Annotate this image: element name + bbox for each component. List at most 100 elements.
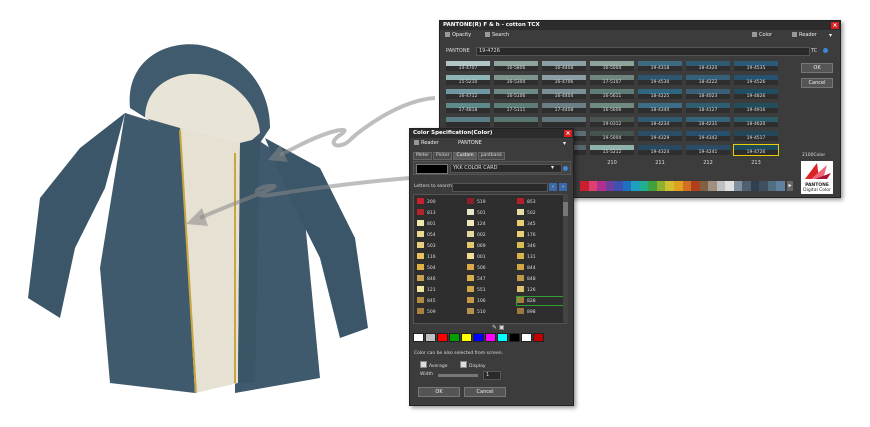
swatch-cell[interactable]: 18-4231 (686, 117, 730, 127)
width-slider[interactable] (438, 374, 478, 377)
spec-reader-button[interactable]: Reader (414, 138, 439, 149)
swatch-cell[interactable]: 18-4320 (686, 61, 730, 71)
list-item[interactable]: 502 (517, 209, 536, 217)
swatch-cell[interactable]: 18-4023 (686, 89, 730, 99)
dropdown-arrow-icon[interactable]: ▾ (829, 30, 832, 41)
pantone-code-input[interactable]: 19-4726 (476, 47, 810, 56)
swatch-cell[interactable]: 14-4707 (446, 61, 490, 71)
swatch-cell[interactable] (494, 117, 538, 127)
swatch-cell[interactable]: 19-4530 (638, 75, 682, 85)
palette-swatch[interactable] (425, 333, 436, 342)
card-select[interactable]: YKK COLOR CARD (450, 164, 562, 173)
swatch-cell[interactable]: 19-4241 (686, 145, 730, 155)
list-item[interactable]: 828 (516, 296, 564, 306)
list-item[interactable]: 844 (517, 264, 536, 272)
prev-icon[interactable]: ‹ (549, 183, 557, 191)
swatch-cell[interactable]: 15-5212 (590, 145, 634, 155)
swatch-cell[interactable]: 16-5304 (494, 75, 538, 85)
card-toggle-icon[interactable] (563, 166, 568, 171)
list-item[interactable]: 510 (467, 308, 486, 316)
swatch-cell[interactable]: 18-4234 (638, 117, 682, 127)
spec-cancel-button[interactable]: Cancel (464, 387, 506, 397)
swatch-cell[interactable]: 16-4404 (542, 89, 586, 99)
tab-custom[interactable]: Custom (453, 152, 477, 160)
palette-swatch[interactable] (473, 333, 484, 342)
chevron-down-icon[interactable]: ▾ (551, 164, 554, 171)
palette-swatch[interactable] (413, 333, 424, 342)
swatch-cell[interactable]: 18-4127 (686, 103, 730, 113)
list-item[interactable]: 002 (467, 231, 486, 239)
scrollbar-thumb[interactable] (563, 202, 568, 216)
spec-pantone-button[interactable]: PANTONE (458, 138, 482, 149)
tab-meter[interactable]: Meter (413, 152, 433, 160)
swatch-cell[interactable]: 19-4324 (638, 145, 682, 155)
search-button[interactable]: Search (485, 30, 509, 41)
tab-picker[interactable]: Picker (433, 152, 453, 160)
average-checkbox[interactable]: Average (420, 361, 447, 369)
list-item[interactable]: 845 (417, 297, 436, 305)
list-item[interactable]: 069 (467, 242, 486, 250)
color-spectrum-bar[interactable] (580, 181, 786, 191)
spec-ok-button[interactable]: OK (418, 387, 460, 397)
list-item[interactable]: 106 (467, 297, 486, 305)
swatch-cell[interactable]: 16-4408 (542, 61, 586, 71)
swatch-cell[interactable]: 17-5107 (590, 75, 634, 85)
list-item[interactable]: 345 (517, 220, 536, 228)
list-item[interactable]: 131 (517, 253, 536, 261)
list-item[interactable]: 506 (467, 264, 486, 272)
swatch-cell[interactable]: 16-5806 (494, 61, 538, 71)
list-item[interactable]: 846 (417, 275, 436, 283)
list-item[interactable]: 116 (417, 253, 436, 261)
width-value[interactable]: 1 (483, 371, 501, 380)
swatch-cell[interactable]: 17-4818 (446, 103, 490, 113)
swatch-cell[interactable]: 19-4916 (734, 103, 778, 113)
cancel-button[interactable]: Cancel (801, 78, 833, 88)
dropdown-arrow-icon[interactable]: ▾ (563, 138, 566, 149)
list-item[interactable]: 054 (417, 231, 436, 239)
list-item[interactable]: 519 (467, 198, 486, 206)
reader-button[interactable]: Reader (792, 30, 817, 41)
swatch-cell[interactable]: 19-4826 (734, 89, 778, 99)
list-item[interactable]: 898 (517, 308, 536, 316)
list-item[interactable]: 509 (417, 308, 436, 316)
list-item[interactable]: 853 (517, 198, 536, 206)
list-item[interactable]: 503 (417, 242, 436, 250)
swatch-cell[interactable]: 15-5210 (446, 75, 490, 85)
swatch-cell[interactable]: 19-0312 (590, 117, 634, 127)
list-item[interactable]: 551 (467, 286, 486, 294)
swatch-cell[interactable]: 19-4535 (734, 61, 778, 71)
swatch-cell[interactable]: 19-4329 (638, 131, 682, 141)
tab-pantbank[interactable]: pantbank (477, 152, 506, 160)
palette-swatch[interactable] (461, 333, 472, 342)
palette-swatch[interactable] (521, 333, 532, 342)
spectrum-stripe[interactable] (776, 181, 786, 191)
opacity-button[interactable]: Opacity (445, 30, 471, 41)
list-item[interactable]: 547 (467, 275, 486, 283)
swatch-cell[interactable]: 16-4712 (446, 89, 490, 99)
palette-swatch[interactable] (485, 333, 496, 342)
swatch-cell[interactable]: 16-5611 (590, 89, 634, 99)
swatch-cell[interactable]: 19-4342 (686, 131, 730, 141)
list-item[interactable]: 801 (417, 220, 436, 228)
swatch-cell[interactable]: 19-4318 (638, 61, 682, 71)
swatch-cell[interactable] (542, 117, 586, 127)
next-icon[interactable]: › (559, 183, 567, 191)
close-button[interactable]: × (831, 22, 839, 29)
swatch-cell[interactable]: 19-4526 (734, 75, 778, 85)
list-item[interactable]: 126 (517, 286, 536, 294)
swatch-cell[interactable]: 18-4222 (686, 75, 730, 85)
color-button[interactable]: Color (752, 30, 772, 41)
swatch-cell[interactable]: 19-5004 (590, 131, 634, 141)
swatch-cell[interactable]: 16-5106 (494, 89, 538, 99)
tc-toggle-icon[interactable] (823, 48, 828, 53)
swatch-cell[interactable]: 16-5004 (590, 61, 634, 71)
palette-swatch[interactable] (509, 333, 520, 342)
list-item[interactable]: 121 (417, 286, 436, 294)
edit-icons[interactable]: ✎ ▣ (492, 324, 505, 331)
swatch-cell[interactable]: 17-5111 (494, 103, 538, 113)
swatch-cell[interactable]: 16-4706 (542, 75, 586, 85)
list-item[interactable]: 176 (517, 231, 536, 239)
palette-swatch[interactable] (449, 333, 460, 342)
swatch-cell[interactable] (446, 117, 490, 127)
list-scrollbar[interactable] (563, 194, 568, 322)
